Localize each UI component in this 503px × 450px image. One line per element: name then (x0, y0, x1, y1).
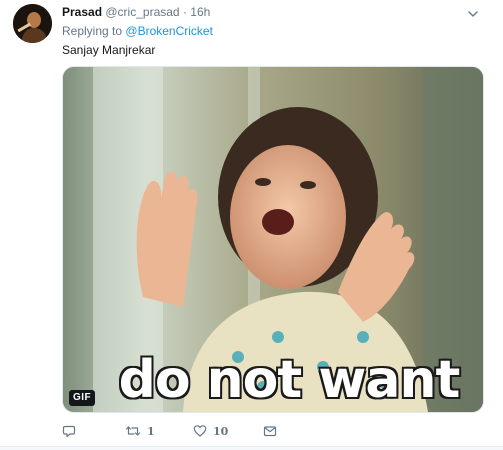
retweet-count: 1 (147, 424, 155, 438)
heart-icon (193, 425, 207, 437)
avatar-image (13, 4, 52, 43)
retweet-button[interactable]: 1 (125, 424, 193, 438)
separator-dot: · (182, 5, 187, 19)
reply-icon (62, 425, 76, 438)
gif-media[interactable]: do not want GIF (62, 66, 484, 413)
like-count: 10 (213, 424, 229, 438)
tweet-card[interactable]: Prasad @cric_prasad · 16h Replying to @B… (0, 0, 503, 447)
retweet-icon (125, 426, 141, 436)
tweet-text: Sanjay Manjrekar (62, 43, 156, 57)
tweet-header: Prasad @cric_prasad · 16h (62, 5, 210, 20)
author-name[interactable]: Prasad (62, 5, 102, 19)
message-button[interactable] (263, 424, 283, 438)
chevron-down-icon[interactable] (467, 8, 479, 20)
tweet-time[interactable]: 16h (190, 5, 210, 19)
tweet-actions: 1 10 (62, 422, 283, 440)
author-handle[interactable]: @cric_prasad (105, 5, 179, 19)
reply-context: Replying to @BrokenCricket (62, 24, 213, 39)
reply-prefix: Replying to (62, 24, 123, 38)
envelope-icon (263, 426, 277, 437)
reply-to-link[interactable]: @BrokenCricket (125, 24, 213, 38)
reply-button[interactable] (62, 424, 125, 438)
like-button[interactable]: 10 (193, 424, 263, 438)
gif-badge: GIF (69, 390, 96, 406)
gif-caption: do not want (118, 349, 462, 411)
avatar[interactable] (13, 4, 52, 43)
